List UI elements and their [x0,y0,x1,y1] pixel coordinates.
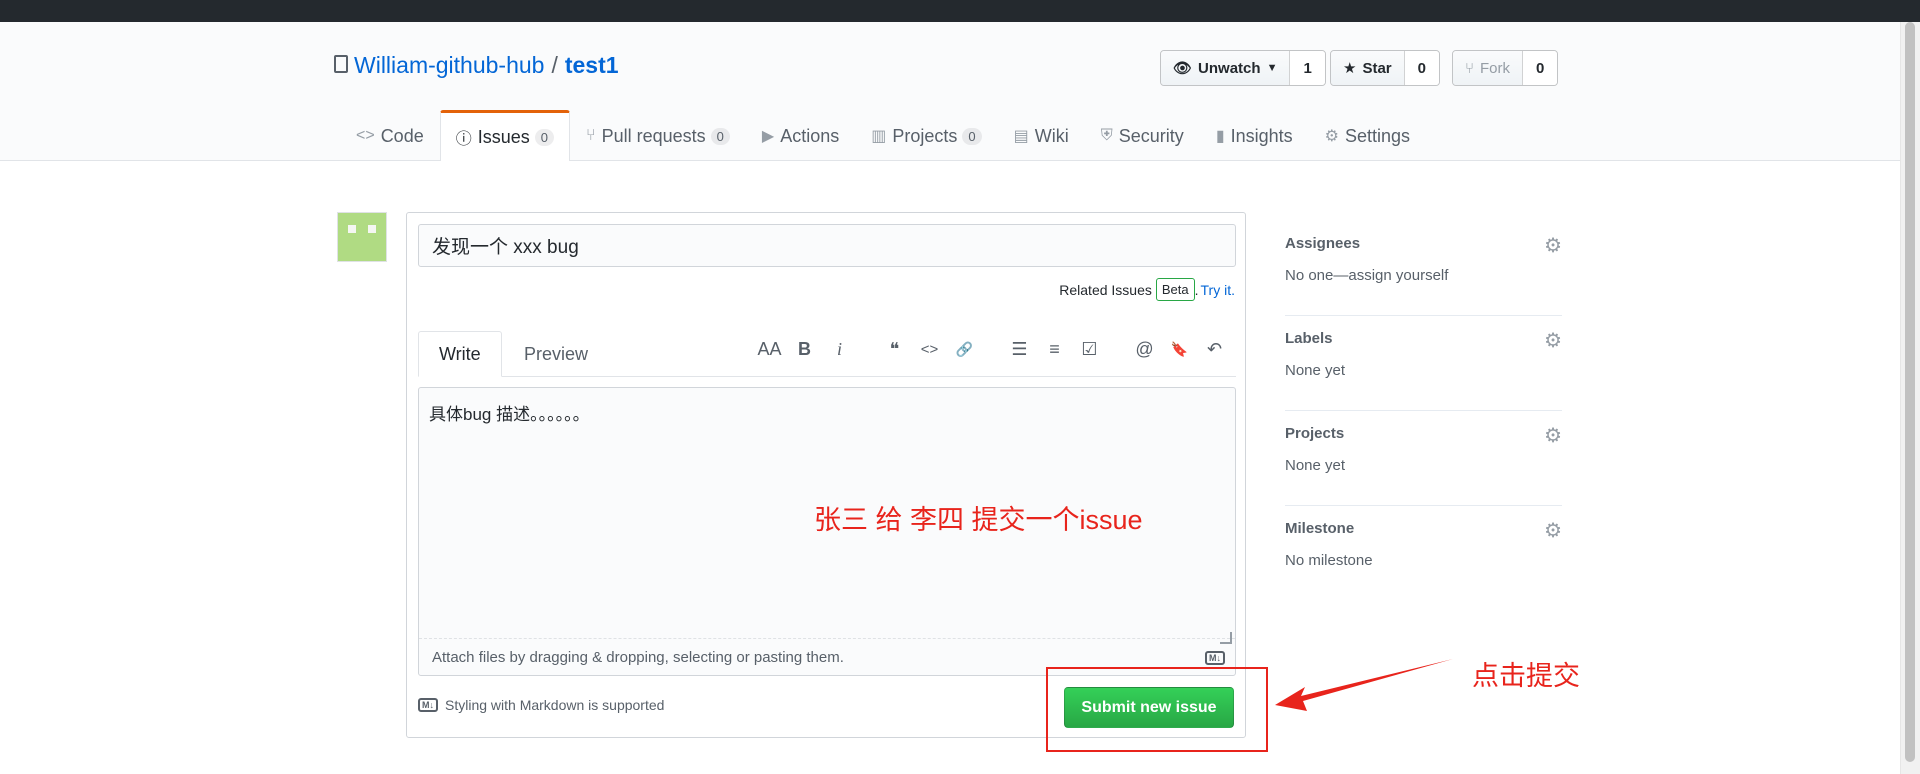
tab-insights[interactable]: ▮ Insights [1200,111,1309,161]
gear-icon[interactable]: ⚙ [1544,518,1562,543]
sidebar-labels: Labels ⚙ None yet [1285,316,1562,411]
repo-nav: <> Code ⓘ Issues 0 ⑂ Pull requests 0 ▶ Actions… [340,110,1426,161]
star-button[interactable]: ★ Star [1331,51,1404,85]
sidebar-milestone: Milestone ⚙ No milestone [1285,506,1562,601]
project-icon: ▥ [871,128,887,145]
ordered-list-icon[interactable]: ≡ [1037,339,1072,360]
italic-icon[interactable]: i [822,339,857,360]
issue-body-text: 具体bug 描述。。。。。。 [429,405,590,424]
pull-requests-counter: 0 [710,127,730,145]
issue-sidebar: Assignees ⚙ No one—assign yourself Label… [1285,221,1562,601]
tab-write[interactable]: Write [418,331,502,377]
issue-icon: ⓘ [455,131,472,148]
star-group: ★ Star 0 [1330,50,1440,86]
fork-icon: ⑂ [1465,59,1475,77]
gear-icon[interactable]: ⚙ [1544,233,1562,258]
tab-issues[interactable]: ⓘ Issues 0 [439,110,570,161]
task-list-icon[interactable]: ☑ [1072,339,1107,360]
unwatch-button[interactable]: 👁 Unwatch ▼ [1161,51,1290,85]
sidebar-heading: Labels [1285,330,1333,347]
sidebar-heading: Milestone [1285,520,1355,537]
sidebar-value: None yet [1285,362,1346,379]
try-it-link[interactable]: Try it. [1201,282,1235,298]
fork-button[interactable]: ⑂ Fork [1453,51,1523,85]
new-issue-form: 发现一个 xxx bug Related Issues Beta . Try i… [406,212,1246,738]
gear-icon[interactable]: ⚙ [1544,423,1562,448]
repo-owner-link[interactable]: William-github-hub [354,52,544,79]
sidebar-value: No milestone [1285,552,1373,569]
top-header-bar [0,0,1920,22]
tab-projects[interactable]: ▥ Projects 0 [855,111,997,161]
tab-actions[interactable]: ▶ Actions [746,111,855,161]
star-icon: ★ [1343,60,1357,77]
reference-icon[interactable]: 🔖 [1162,341,1197,358]
issue-body-textarea[interactable]: 具体bug 描述。。。。。。 张三 给 李四 提交一个issue Attach … [418,387,1236,676]
book-icon: ▤ [1013,128,1029,145]
avatar [337,212,387,262]
mention-icon[interactable]: @ [1127,339,1162,360]
quote-icon[interactable]: ❝ [877,339,912,360]
scrollbar-thumb[interactable] [1905,22,1915,762]
repo-icon [334,54,348,73]
play-icon: ▶ [761,128,775,145]
sidebar-heading: Projects [1285,425,1345,442]
sidebar-heading: Assignees [1285,235,1361,252]
issues-counter: 0 [534,128,554,146]
graph-icon: ▮ [1215,128,1225,145]
repo-title: William-github-hub / test1 [334,52,619,79]
tab-code[interactable]: <> Code [340,111,440,161]
bold-icon[interactable]: B [787,339,822,360]
markdown-support-link[interactable]: Styling with Markdown is supported [445,697,664,713]
projects-counter: 0 [962,127,982,145]
tab-pull-requests[interactable]: ⑂ Pull requests 0 [570,111,746,161]
link-icon[interactable]: 🔗 [947,341,982,358]
markdown-support-note: M↓ Styling with Markdown is supported [418,697,664,713]
gear-icon[interactable]: ⚙ [1544,328,1562,353]
editor-tabs: Write Preview AA B i ❝ <> 🔗 ☰ ≡ ☑ @ 🔖 ↶ [418,331,1236,377]
scrollbar[interactable] [1900,22,1920,774]
sidebar-assignees: Assignees ⚙ No one—assign yourself [1285,221,1562,316]
annotation-body-note: 张三 给 李四 提交一个issue [814,505,1143,535]
repo-name-link[interactable]: test1 [565,52,619,79]
code-icon[interactable]: <> [912,341,947,358]
markdown-toolbar: AA B i ❝ <> 🔗 ☰ ≡ ☑ @ 🔖 ↶ [752,339,1232,360]
annotation-arrow-icon [1275,659,1453,711]
repo-separator: / [551,52,558,78]
annotation-highlight-box [1046,667,1268,752]
tab-wiki[interactable]: ▤ Wiki [998,111,1085,161]
markdown-icon: M↓ [1205,651,1225,665]
attach-files-hint: Attach files by dragging & dropping, sel… [432,648,844,666]
sidebar-value: None yet [1285,457,1346,474]
issue-title-input[interactable]: 发现一个 xxx bug [418,224,1236,267]
beta-badge: Beta [1155,278,1195,301]
tab-preview[interactable]: Preview [504,331,608,377]
eye-icon: 👁 [1173,60,1193,77]
assign-yourself-link[interactable]: No one—assign yourself [1285,267,1448,284]
sidebar-projects: Projects ⚙ None yet [1285,411,1562,506]
related-issues-dot: . [1194,281,1199,298]
tab-settings[interactable]: ⚙ Settings [1309,111,1426,161]
heading-icon[interactable]: AA [752,339,787,360]
related-issues-label: Related Issues [1059,281,1152,298]
annotation-click-note: 点击提交 [1472,661,1580,691]
unordered-list-icon[interactable]: ☰ [1002,339,1037,360]
code-icon: <> [356,127,375,144]
pull-request-icon: ⑂ [586,127,596,144]
fork-group: ⑂ Fork 0 [1452,50,1559,86]
related-issues: Related Issues Beta . Try it. [1059,278,1235,301]
reply-icon[interactable]: ↶ [1197,339,1232,360]
gear-icon: ⚙ [1324,128,1340,145]
chevron-down-icon: ▼ [1266,62,1278,74]
watch-group: 👁 Unwatch ▼ 1 [1160,50,1326,86]
watchers-count[interactable]: 1 [1289,51,1325,85]
forks-count[interactable]: 0 [1522,51,1558,85]
tab-security[interactable]: ⛨ Security [1085,111,1200,161]
shield-icon: ⛨ [1100,127,1113,144]
markdown-icon: M↓ [418,698,438,712]
stars-count[interactable]: 0 [1403,51,1439,85]
